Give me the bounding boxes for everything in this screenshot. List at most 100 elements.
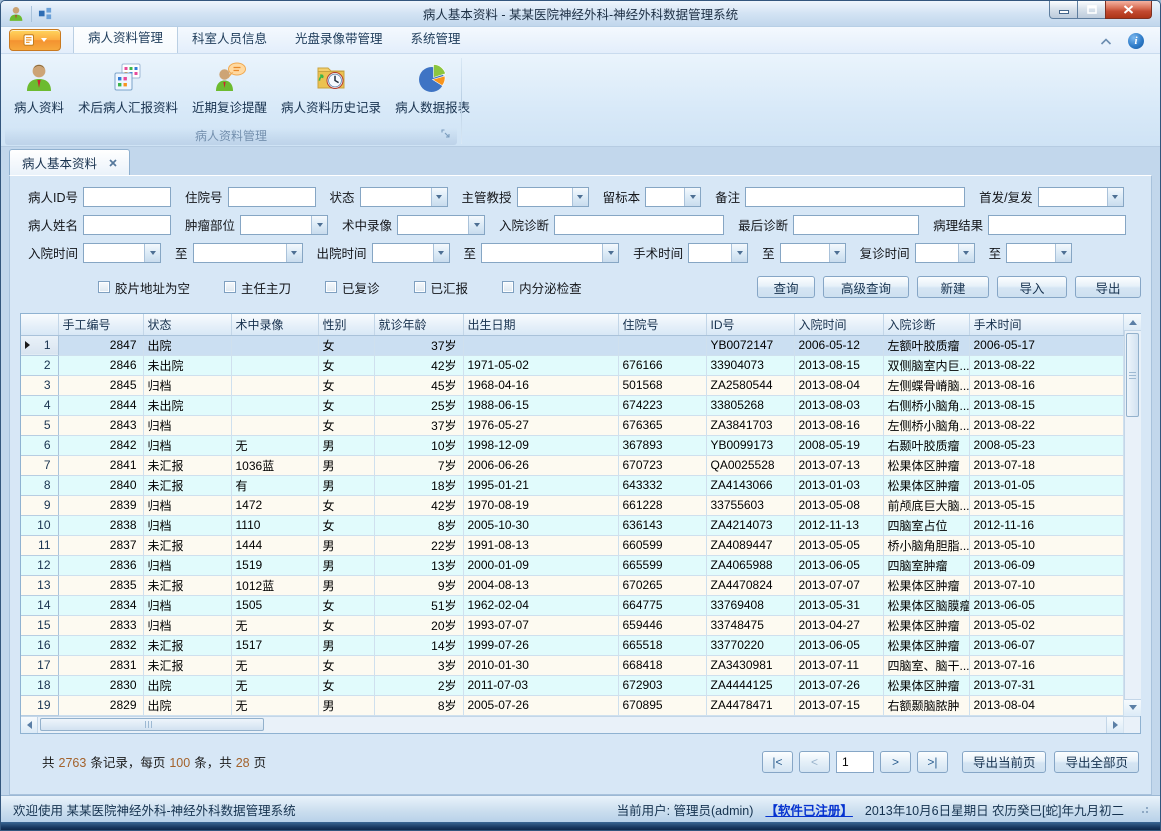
- first-page-button[interactable]: |<: [762, 751, 793, 773]
- col-status[interactable]: 状态: [143, 314, 231, 335]
- table-row[interactable]: 11 2837 未汇报 1444 男 22岁 1991-08-13 660599…: [21, 535, 1123, 555]
- first-or-recur-select[interactable]: [1038, 187, 1124, 207]
- row-number-cell[interactable]: 15: [21, 615, 58, 635]
- remark-input[interactable]: [745, 187, 965, 207]
- table-row[interactable]: 7 2841 未汇报 1036蓝 男 7岁 2006-06-26 670723 …: [21, 455, 1123, 475]
- chevron-down-icon[interactable]: [468, 216, 484, 234]
- table-row[interactable]: 12 2836 归档 1519 男 13岁 2000-01-09 665599 …: [21, 555, 1123, 575]
- row-number-cell[interactable]: 10: [21, 515, 58, 535]
- vertical-scrollbar[interactable]: [1124, 314, 1141, 716]
- revisit-reminder-button[interactable]: 近期复诊提醒: [185, 57, 274, 120]
- row-number-cell[interactable]: 11: [21, 535, 58, 555]
- admission-time-to-select[interactable]: [193, 243, 303, 263]
- row-number-cell[interactable]: 3: [21, 375, 58, 395]
- chevron-down-icon[interactable]: [286, 244, 302, 262]
- page-number-input[interactable]: [836, 751, 874, 773]
- dialog-launcher-icon[interactable]: [441, 125, 450, 143]
- row-number-cell[interactable]: 2: [21, 355, 58, 375]
- table-row[interactable]: 1 2847 出院 女 37岁 YB0072147 2006-05-12: [21, 335, 1123, 355]
- minimize-button[interactable]: [1049, 1, 1078, 19]
- row-number-cell[interactable]: 9: [21, 495, 58, 515]
- table-row[interactable]: 3 2845 归档 女 45岁 1968-04-16 501568 ZA2580…: [21, 375, 1123, 395]
- col-admission-time[interactable]: 入院时间: [794, 314, 883, 335]
- admission-diagnosis-input[interactable]: [554, 215, 724, 235]
- row-number-cell[interactable]: 14: [21, 595, 58, 615]
- table-row[interactable]: 13 2835 未汇报 1012蓝 男 9岁 2004-08-13 670265…: [21, 575, 1123, 595]
- chevron-down-icon[interactable]: [1107, 188, 1123, 206]
- table-row[interactable]: 2 2846 未出院 女 42岁 1971-05-02 676166 33904…: [21, 355, 1123, 375]
- next-page-button[interactable]: >: [880, 751, 911, 773]
- chevron-down-icon[interactable]: [144, 244, 160, 262]
- last-page-button[interactable]: >|: [917, 751, 948, 773]
- row-number-cell[interactable]: 16: [21, 635, 58, 655]
- row-number-cell[interactable]: 18: [21, 675, 58, 695]
- admission-time-from-select[interactable]: [83, 243, 161, 263]
- checkbox-icon[interactable]: [98, 281, 110, 293]
- export-current-page-button[interactable]: 导出当前页: [962, 751, 1047, 773]
- advanced-query-button[interactable]: 高级查询: [823, 276, 909, 298]
- chevron-down-icon[interactable]: [311, 216, 327, 234]
- maximize-button[interactable]: [1077, 1, 1106, 19]
- row-number-cell[interactable]: 17: [21, 655, 58, 675]
- table-row[interactable]: 4 2844 未出院 女 25岁 1988-06-15 674223 33805…: [21, 395, 1123, 415]
- ribbon-tab-disc-video[interactable]: 光盘录像带管理: [281, 23, 397, 53]
- close-button[interactable]: [1105, 1, 1152, 19]
- new-button[interactable]: 新建: [917, 276, 989, 298]
- row-number-cell[interactable]: 13: [21, 575, 58, 595]
- chevron-down-icon[interactable]: [1055, 244, 1071, 262]
- pathology-result-input[interactable]: [988, 215, 1126, 235]
- professor-select[interactable]: [517, 187, 589, 207]
- col-gender[interactable]: 性别: [318, 314, 374, 335]
- scroll-up-button[interactable]: [1124, 314, 1141, 331]
- checkbox-icon[interactable]: [502, 281, 514, 293]
- chevron-down-icon[interactable]: [572, 188, 588, 206]
- final-diagnosis-input[interactable]: [793, 215, 919, 235]
- patient-report-button[interactable]: 病人数据报表: [388, 57, 477, 120]
- ribbon-tab-system[interactable]: 系统管理: [397, 23, 475, 53]
- row-number-cell[interactable]: 4: [21, 395, 58, 415]
- revisit-time-to-select[interactable]: [1006, 243, 1072, 263]
- chevron-down-icon[interactable]: [829, 244, 845, 262]
- table-row[interactable]: 18 2830 出院 无 女 2岁 2011-07-03 672903 ZA44…: [21, 675, 1123, 695]
- filter-checkbox[interactable]: 内分泌检查: [502, 278, 582, 297]
- col-birth-date[interactable]: 出生日期: [463, 314, 618, 335]
- scroll-left-button[interactable]: [21, 717, 38, 733]
- col-inpatient-no[interactable]: 住院号: [618, 314, 706, 335]
- row-number-cell[interactable]: 6: [21, 435, 58, 455]
- ribbon-tab-department-staff[interactable]: 科室人员信息: [178, 23, 281, 53]
- export-all-pages-button[interactable]: 导出全部页: [1054, 751, 1139, 773]
- status-select[interactable]: [360, 187, 448, 207]
- postop-report-button[interactable]: 术后病人汇报资料: [71, 57, 185, 120]
- revisit-time-from-select[interactable]: [915, 243, 975, 263]
- col-id-no[interactable]: ID号: [706, 314, 794, 335]
- horizontal-scrollbar[interactable]: [21, 716, 1140, 733]
- tab-patient-basic-info[interactable]: 病人基本资料: [9, 149, 130, 175]
- col-visit-age[interactable]: 就诊年龄: [374, 314, 463, 335]
- row-number-cell[interactable]: 7: [21, 455, 58, 475]
- discharge-time-from-select[interactable]: [372, 243, 450, 263]
- specimen-select[interactable]: [645, 187, 701, 207]
- col-surgery-video[interactable]: 术中录像: [231, 314, 318, 335]
- table-row[interactable]: 16 2832 未汇报 1517 男 14岁 1999-07-26 665518…: [21, 635, 1123, 655]
- filter-checkbox[interactable]: 胶片地址为空: [98, 278, 190, 297]
- table-row[interactable]: 9 2839 归档 1472 女 42岁 1970-08-19 661228 3…: [21, 495, 1123, 515]
- surgery-time-from-select[interactable]: [688, 243, 748, 263]
- chevron-down-icon[interactable]: [431, 188, 447, 206]
- col-surgery-time[interactable]: 手术时间: [969, 314, 1123, 335]
- help-info-icon[interactable]: i: [1128, 33, 1144, 49]
- checkbox-icon[interactable]: [224, 281, 236, 293]
- resize-grip[interactable]: [1140, 805, 1148, 813]
- scroll-right-button[interactable]: [1106, 717, 1123, 733]
- registered-link[interactable]: 【软件已注册】: [765, 800, 853, 819]
- surgery-time-to-select[interactable]: [780, 243, 846, 263]
- import-button[interactable]: 导入: [997, 276, 1067, 298]
- col-manual-no[interactable]: 手工编号: [58, 314, 143, 335]
- query-button[interactable]: 查询: [757, 276, 815, 298]
- collapse-ribbon-icon[interactable]: [1100, 38, 1112, 45]
- table-row[interactable]: 6 2842 归档 无 男 10岁 1998-12-09 367893 YB00…: [21, 435, 1123, 455]
- row-number-cell[interactable]: 1: [21, 335, 58, 355]
- table-row[interactable]: 8 2840 未汇报 有 男 18岁 1995-01-21 643332 ZA4…: [21, 475, 1123, 495]
- chevron-down-icon[interactable]: [433, 244, 449, 262]
- chevron-down-icon[interactable]: [684, 188, 700, 206]
- row-number-cell[interactable]: 8: [21, 475, 58, 495]
